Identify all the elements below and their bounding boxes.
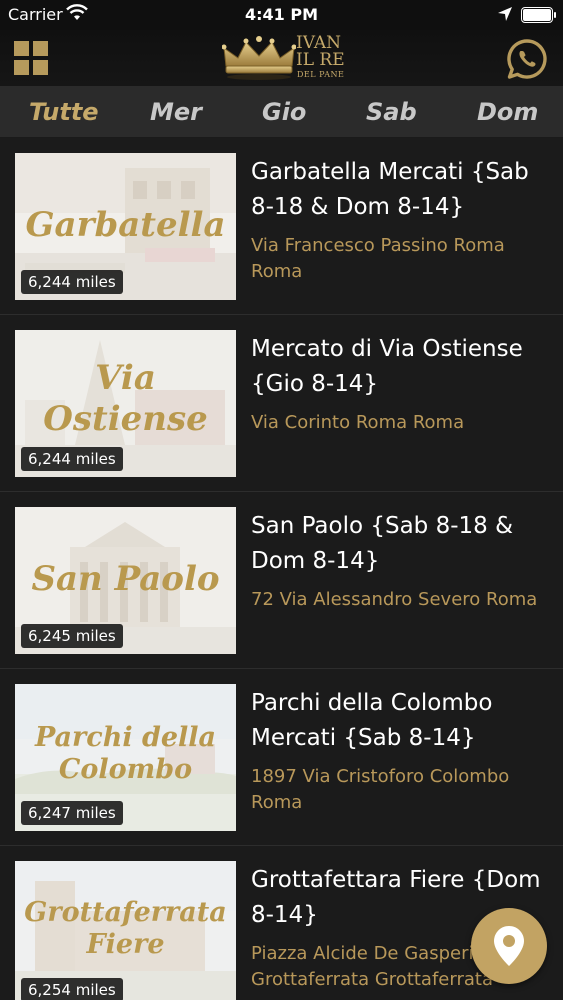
logo-line-2: IL RE bbox=[296, 50, 345, 70]
market-address: Via Corinto Roma Roma bbox=[251, 412, 465, 433]
battery-icon bbox=[521, 7, 556, 23]
distance-badge: 6,254 miles bbox=[21, 978, 123, 1000]
logo-line-3: DEL PANE bbox=[297, 70, 345, 79]
grid-menu-icon[interactable] bbox=[14, 41, 48, 75]
market-thumbnail-label: Parchi della Colombo bbox=[34, 722, 217, 786]
market-title: Garbatella Mercati {Sab 8-18 & Dom 8-14} bbox=[251, 159, 529, 220]
day-filter-tabs: Tutte Mer Gio Sab Dom bbox=[0, 86, 563, 138]
market-thumbnail-label: Via Ostiense bbox=[43, 358, 208, 439]
tab-mer[interactable]: Mer bbox=[150, 98, 202, 126]
list-item[interactable]: Via Ostiense 6,244 miles Mercato di Via … bbox=[0, 315, 563, 492]
status-bar: Carrier 4:41 PM bbox=[0, 0, 563, 30]
map-button[interactable] bbox=[471, 908, 547, 984]
market-thumbnail: San Paolo 6,245 miles bbox=[15, 507, 236, 654]
list-item[interactable]: Garbatella 6,244 miles Garbatella Mercat… bbox=[0, 138, 563, 315]
crown-icon bbox=[222, 36, 296, 80]
distance-badge: 6,244 miles bbox=[21, 270, 123, 294]
market-thumbnail-label: San Paolo bbox=[31, 559, 220, 599]
market-address: Via Francesco Passino Roma Roma bbox=[251, 235, 505, 282]
market-address: 72 Via Alessandro Severo Roma bbox=[251, 589, 538, 610]
status-time: 4:41 PM bbox=[244, 5, 318, 24]
market-thumbnail: Parchi della Colombo 6,247 miles bbox=[15, 684, 236, 831]
list-item[interactable]: Parchi della Colombo 6,247 miles Parchi … bbox=[0, 669, 563, 846]
nav-bar: IVAN IL RE DEL PANE bbox=[0, 30, 563, 86]
market-title: Mercato di Via Ostiense {Gio 8-14} bbox=[251, 336, 523, 397]
distance-badge: 6,245 miles bbox=[21, 624, 123, 648]
market-thumbnail-label: Grottaferrata Fiere bbox=[24, 897, 227, 961]
list-item[interactable]: San Paolo 6,245 miles San Paolo {Sab 8-1… bbox=[0, 492, 563, 669]
tab-tutte[interactable]: Tutte bbox=[29, 98, 99, 126]
app-logo: IVAN IL RE DEL PANE bbox=[222, 34, 345, 82]
market-address: 1897 Via Cristoforo Colombo Roma bbox=[251, 766, 510, 813]
market-thumbnail: Via Ostiense 6,244 miles bbox=[15, 330, 236, 477]
market-thumbnail-label: Garbatella bbox=[25, 205, 226, 245]
distance-badge: 6,247 miles bbox=[21, 801, 123, 825]
whatsapp-icon[interactable] bbox=[506, 38, 548, 80]
tab-gio[interactable]: Gio bbox=[262, 98, 306, 126]
market-thumbnail: Garbatella 6,244 miles bbox=[15, 153, 236, 300]
location-arrow-icon bbox=[498, 7, 512, 21]
tab-dom[interactable]: Dom bbox=[477, 98, 538, 126]
distance-badge: 6,244 miles bbox=[21, 447, 123, 471]
market-thumbnail: Grottaferrata Fiere 6,254 miles bbox=[15, 861, 236, 1000]
map-pin-icon bbox=[494, 926, 524, 966]
tab-sab[interactable]: Sab bbox=[366, 98, 417, 126]
market-title: San Paolo {Sab 8-18 & Dom 8-14} bbox=[251, 513, 514, 574]
market-title: Parchi della Colombo Mercati {Sab 8-14} bbox=[251, 690, 493, 751]
